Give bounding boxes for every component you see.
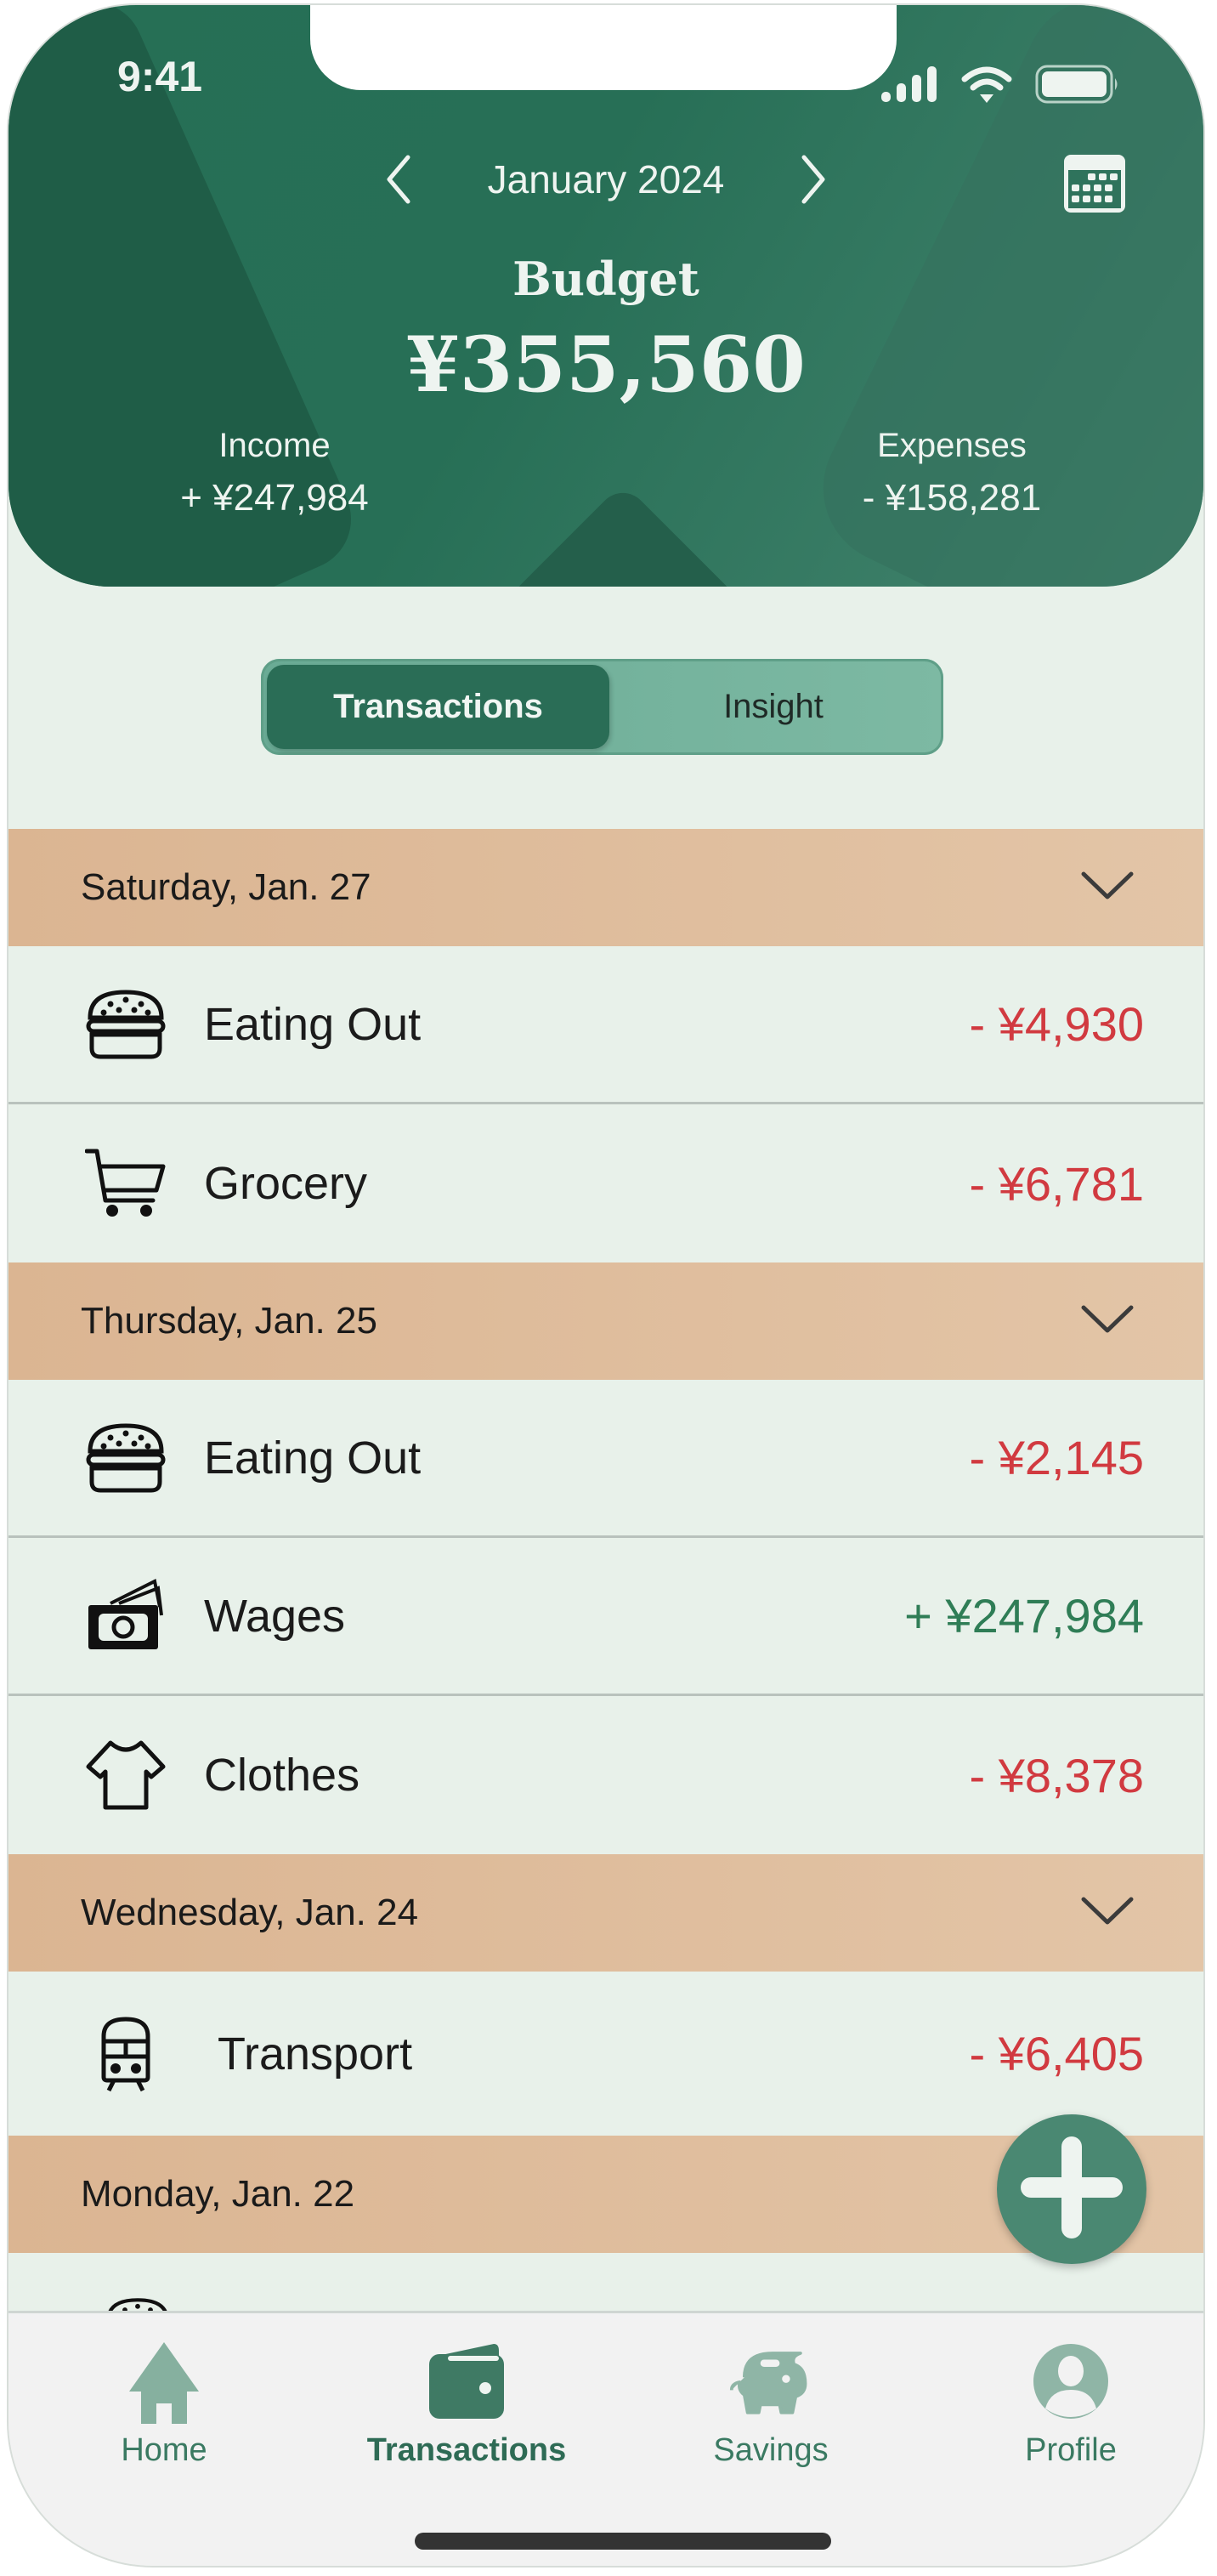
transaction-amount: - ¥6,405 [969, 2027, 1145, 2080]
profile-icon [1028, 2339, 1113, 2424]
transaction-category: Wages [204, 1590, 346, 1642]
nav-label: Profile [1025, 2432, 1117, 2468]
income-summary: Income + ¥247,984 [147, 427, 402, 519]
transaction-amount: - ¥4,930 [969, 997, 1145, 1051]
nav-label: Transactions [366, 2432, 567, 2468]
transaction-row[interactable]: Wages + ¥247,984 [8, 1538, 1203, 1696]
header-decoration [502, 482, 756, 587]
expenses-amount: - ¥158,281 [862, 477, 1042, 519]
day-date: Thursday, Jan. 25 [81, 1300, 377, 1342]
chevron-down-icon[interactable] [1079, 870, 1135, 905]
burger-icon [83, 1416, 168, 1501]
budget-amount: ¥355,560 [406, 320, 806, 410]
day-header[interactable]: Thursday, Jan. 25 [8, 1262, 1203, 1380]
nav-profile[interactable]: Profile [960, 2339, 1181, 2469]
phone-screen: January 2024 Budget ¥355,560 Income + ¥2… [8, 5, 1203, 2566]
signal-icon [880, 65, 939, 107]
nav-savings[interactable]: Savings [660, 2339, 881, 2469]
day-date: Saturday, Jan. 27 [81, 866, 371, 908]
piggy-bank-icon [728, 2339, 813, 2424]
transaction-category: Transport [218, 2028, 413, 2080]
income-amount: + ¥247,984 [180, 477, 369, 519]
transaction-row[interactable]: Eating Out - ¥2,145 [8, 1380, 1203, 1538]
day-date: Wednesday, Jan. 24 [81, 1892, 419, 1933]
calendar-icon[interactable] [1062, 153, 1127, 218]
nav-label: Home [121, 2432, 207, 2468]
transaction-row[interactable]: Transport - ¥6,405 [8, 1972, 1203, 2136]
shirt-icon [83, 1733, 168, 1818]
transaction-category: Grocery [204, 1158, 368, 1209]
add-transaction-button[interactable] [997, 2114, 1146, 2264]
home-icon [122, 2339, 207, 2424]
day-date: Monday, Jan. 22 [81, 2173, 355, 2215]
nav-home[interactable]: Home [54, 2339, 275, 2469]
home-indicator[interactable] [415, 2533, 831, 2550]
status-icons [880, 65, 1121, 107]
day-header[interactable]: Saturday, Jan. 27 [8, 829, 1203, 946]
tab-transactions[interactable]: Transactions [267, 665, 609, 749]
chevron-left-icon[interactable] [382, 154, 416, 205]
month-navigator: January 2024 [8, 154, 1203, 205]
budget-label: Budget [512, 252, 699, 306]
chevron-right-icon[interactable] [796, 154, 830, 205]
transaction-amount: - ¥6,781 [969, 1156, 1145, 1211]
day-header[interactable]: Wednesday, Jan. 24 [8, 1854, 1203, 1972]
status-time: 9:41 [117, 53, 203, 100]
plus-icon [1019, 2135, 1124, 2244]
income-label: Income [218, 427, 331, 464]
transaction-row[interactable]: Clothes - ¥8,378 [8, 1696, 1203, 1854]
transaction-row[interactable]: Grocery - ¥6,781 [8, 1104, 1203, 1262]
transaction-category: Eating Out [204, 1432, 422, 1484]
transaction-amount: + ¥247,984 [904, 1589, 1144, 1643]
expenses-summary: Expenses - ¥158,281 [824, 427, 1079, 519]
nav-label: Savings [713, 2432, 829, 2468]
tab-insight[interactable]: Insight [609, 665, 937, 749]
transaction-amount: - ¥8,378 [969, 1748, 1145, 1802]
battery-icon [1034, 64, 1121, 108]
burger-icon [83, 982, 168, 1067]
chevron-down-icon[interactable] [1079, 1303, 1135, 1339]
device-notch [310, 5, 897, 90]
month-label: January 2024 [487, 157, 725, 201]
transactions-list: Saturday, Jan. 27 Eating Out - ¥4,930 Gr… [8, 829, 1203, 2321]
transaction-row[interactable]: Eating Out - ¥4,930 [8, 946, 1203, 1104]
nav-transactions[interactable]: Transactions [356, 2339, 577, 2469]
cart-icon [83, 1141, 168, 1226]
transaction-category: Eating Out [204, 998, 422, 1050]
chevron-down-icon[interactable] [1079, 1895, 1135, 1931]
transaction-category: Clothes [204, 1750, 360, 1801]
expenses-label: Expenses [877, 427, 1027, 464]
transaction-amount: - ¥2,145 [969, 1431, 1145, 1484]
train-icon [83, 2011, 168, 2097]
view-segmented-control: Transactions Insight [261, 659, 943, 755]
wifi-icon [959, 64, 1014, 108]
money-icon [83, 1574, 168, 1659]
bottom-navigation: Home Transactions Savings Profile [8, 2311, 1203, 2566]
wallet-icon [424, 2339, 509, 2424]
